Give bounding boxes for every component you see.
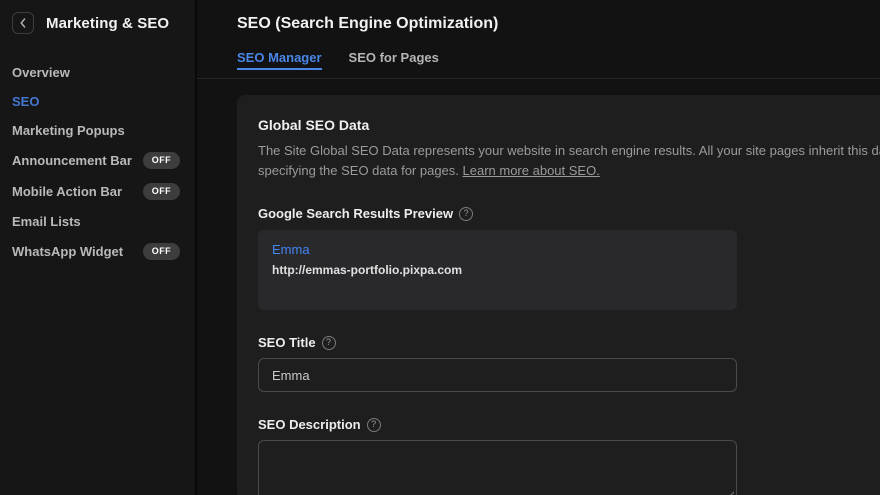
preview-site-title: Emma — [272, 242, 310, 257]
seo-title-group: SEO Title ? — [258, 335, 880, 392]
card-description-line2: specifying the SEO data for pages. — [258, 163, 463, 178]
main-header: SEO (Search Engine Optimization) — [197, 0, 880, 33]
google-preview-group: Google Search Results Preview ? Emma htt… — [258, 206, 880, 310]
card-description: The Site Global SEO Data represents your… — [258, 141, 880, 181]
status-badge: OFF — [142, 183, 180, 200]
help-icon[interactable]: ? — [321, 335, 336, 350]
seo-title-label: SEO Title ? — [258, 335, 880, 350]
back-button[interactable] — [12, 12, 34, 34]
sidebar-item-label: Overview — [12, 65, 70, 80]
sidebar-header: Marketing & SEO — [0, 0, 195, 34]
sidebar-item-email-lists[interactable]: Email Lists — [0, 207, 195, 236]
help-icon[interactable]: ? — [366, 417, 381, 432]
seo-description-group: SEO Description ? — [258, 417, 880, 495]
google-search-preview-box: Emma http://emmas-portfolio.pixpa.com — [258, 230, 737, 310]
sidebar-item-seo[interactable]: SEO — [0, 87, 195, 116]
card-heading: Global SEO Data — [258, 117, 370, 133]
seo-description-textarea-wrap — [258, 440, 737, 495]
main-panel: SEO (Search Engine Optimization) SEO Man… — [197, 0, 880, 495]
sidebar-item-announcement-bar[interactable]: Announcement Bar OFF — [0, 145, 195, 176]
google-preview-label: Google Search Results Preview ? — [258, 206, 880, 221]
seo-description-textarea[interactable] — [258, 440, 737, 495]
sidebar-nav: Overview SEO Marketing Popups Announceme… — [0, 58, 195, 267]
sidebar: Marketing & SEO Overview SEO Marketing P… — [0, 0, 197, 495]
seo-description-label: SEO Description ? — [258, 417, 880, 432]
tab-seo-for-pages[interactable]: SEO for Pages — [349, 50, 439, 70]
sidebar-item-overview[interactable]: Overview — [0, 58, 195, 87]
tab-seo-manager[interactable]: SEO Manager — [237, 50, 322, 70]
content-area: Global SEO Data The Site Global SEO Data… — [197, 95, 880, 495]
chevron-left-icon — [19, 16, 27, 31]
sidebar-item-label: WhatsApp Widget — [12, 244, 124, 259]
seo-description-label-text: SEO Description — [258, 417, 361, 432]
sidebar-title: Marketing & SEO — [46, 14, 170, 32]
page-title: SEO (Search Engine Optimization) — [237, 15, 499, 32]
global-seo-data-card: Global SEO Data The Site Global SEO Data… — [237, 95, 880, 495]
sidebar-item-label: Email Lists — [12, 214, 81, 229]
sidebar-item-label: Announcement Bar — [12, 153, 132, 168]
seo-title-input[interactable] — [258, 358, 737, 392]
sidebar-item-label: SEO — [12, 94, 40, 109]
status-badge: OFF — [142, 243, 180, 260]
sidebar-item-whatsapp-widget[interactable]: WhatsApp Widget OFF — [0, 236, 195, 267]
sidebar-item-label: Marketing Popups — [12, 123, 125, 138]
card-description-line1: The Site Global SEO Data represents your… — [258, 143, 880, 158]
status-badge: OFF — [142, 152, 180, 169]
help-icon[interactable]: ? — [459, 206, 474, 221]
seo-title-label-text: SEO Title — [258, 335, 316, 350]
sidebar-item-mobile-action-bar[interactable]: Mobile Action Bar OFF — [0, 176, 195, 207]
google-preview-label-text: Google Search Results Preview — [258, 206, 454, 221]
sidebar-item-marketing-popups[interactable]: Marketing Popups — [0, 116, 195, 145]
sidebar-item-label: Mobile Action Bar — [12, 184, 123, 199]
tab-bar: SEO Manager SEO for Pages — [197, 50, 880, 79]
preview-site-url: http://emmas-portfolio.pixpa.com — [272, 263, 463, 277]
learn-more-link[interactable]: Learn more about SEO. — [463, 163, 600, 178]
